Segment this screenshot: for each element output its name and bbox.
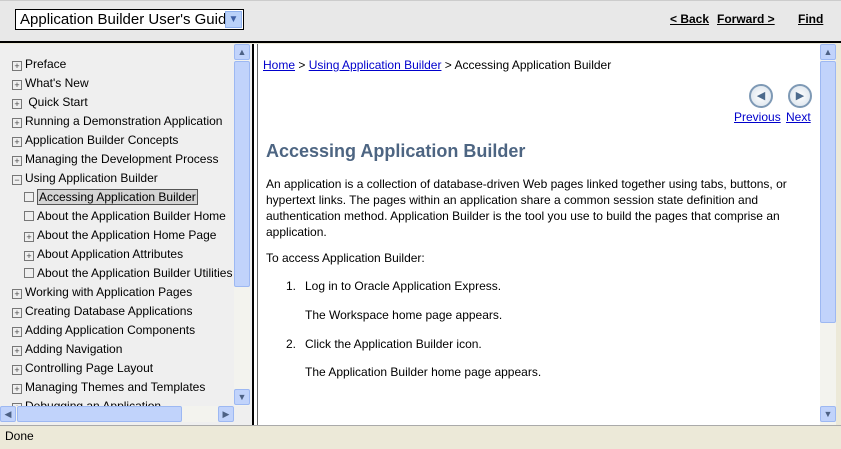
toc-item[interactable]: About the Application Builder Home	[24, 208, 226, 225]
expand-icon[interactable]: +	[12, 61, 22, 71]
toc-item-label: What's New	[25, 76, 89, 90]
page-title: Accessing Application Builder	[266, 141, 526, 161]
toc-item-label: Preface	[25, 57, 67, 71]
expand-icon[interactable]: +	[12, 156, 22, 166]
scroll-left-icon[interactable]: ◀	[0, 406, 16, 422]
toc-item-label: Managing Themes and Templates	[25, 380, 206, 394]
breadcrumb-home[interactable]: Home	[263, 58, 295, 72]
toc-item[interactable]: + Managing Themes and Templates	[12, 379, 205, 396]
step-text: Click the Application Builder icon.	[305, 337, 482, 351]
toc-item[interactable]: + Running a Demonstration Application	[12, 113, 222, 130]
previous-arrow-icon[interactable]: ◀	[749, 84, 773, 108]
toc-horizontal-scrollbar[interactable]: ◀ ▶	[0, 406, 234, 422]
find-link[interactable]: Find	[798, 12, 823, 26]
toc-item[interactable]: + About the Application Home Page	[24, 227, 216, 244]
expand-icon[interactable]: +	[24, 251, 34, 261]
scroll-up-icon[interactable]: ▲	[234, 44, 250, 60]
expand-icon[interactable]: +	[12, 99, 22, 109]
scroll-right-icon[interactable]: ▶	[218, 406, 234, 422]
toc-hscroll-thumb[interactable]	[17, 406, 182, 422]
toc-item-label: Running a Demonstration Application	[25, 114, 223, 128]
next-arrow-icon[interactable]: ▶	[788, 84, 812, 108]
toc-item-label: About the Application Builder Utilities	[37, 266, 233, 280]
toc-item[interactable]: + Controlling Page Layout	[12, 360, 153, 377]
breadcrumb-separator: >	[295, 58, 309, 72]
step-text: Log in to Oracle Application Express.	[305, 279, 502, 293]
expand-icon[interactable]: +	[12, 346, 22, 356]
next-link[interactable]: Next	[786, 110, 811, 124]
toc-item-label: About Application Attributes	[37, 247, 184, 261]
scroll-down-icon[interactable]: ▼	[820, 406, 836, 422]
collapse-icon[interactable]: −	[12, 175, 22, 185]
toc-item-label: About the Application Builder Home	[37, 209, 226, 223]
content-vertical-scrollbar[interactable]: ▲ ▼	[820, 44, 836, 425]
expand-icon[interactable]: +	[12, 80, 22, 90]
toc-item[interactable]: + Adding Navigation	[12, 341, 122, 358]
toc-item-label: Using Application Builder	[25, 171, 158, 185]
expand-icon[interactable]: +	[12, 365, 22, 375]
toc-scroll-thumb[interactable]	[234, 61, 250, 287]
toc-item[interactable]: + Adding Application Components	[12, 322, 195, 339]
page-icon[interactable]	[24, 268, 34, 278]
scroll-up-icon[interactable]: ▲	[820, 44, 836, 60]
step-result: The Workspace home page appears.	[305, 308, 503, 322]
toc-item[interactable]: + Creating Database Applications	[12, 303, 192, 320]
step-result: The Application Builder home page appear…	[305, 365, 542, 379]
toc-item-label: Adding Application Components	[25, 323, 196, 337]
scroll-down-icon[interactable]: ▼	[234, 389, 250, 405]
page-icon[interactable]	[24, 192, 34, 202]
toc-pane: + Preface + What's New + Quick Start + Running…	[0, 44, 255, 425]
breadcrumb-using[interactable]: Using Application Builder	[309, 58, 442, 72]
toc-item[interactable]: + Quick Start	[12, 94, 88, 111]
expand-icon[interactable]: +	[12, 327, 22, 337]
expand-icon[interactable]: +	[12, 384, 22, 394]
toc-item-label: Application Builder Concepts	[25, 133, 179, 147]
breadcrumb-current: Accessing Application Builder	[454, 58, 612, 72]
toc-item-label: Adding Navigation	[25, 342, 123, 356]
toc-item[interactable]: + Preface	[12, 56, 66, 73]
expand-icon[interactable]: +	[12, 118, 22, 128]
previous-link[interactable]: Previous	[734, 110, 781, 124]
toc-item-label: Managing the Development Process	[25, 152, 219, 166]
toolbar: Application Builder User's Guide ▼ < Back…	[0, 0, 841, 43]
toc-item[interactable]: Accessing Application Builder	[24, 189, 198, 206]
toc-item[interactable]: + What's New	[12, 75, 89, 92]
status-text: Done	[5, 429, 34, 443]
step-number: 2.	[286, 337, 297, 351]
guide-select[interactable]: Application Builder User's Guide ▼	[15, 9, 244, 30]
toc-item-label: Quick Start	[25, 95, 88, 109]
expand-icon[interactable]: +	[12, 289, 22, 299]
toc-item[interactable]: + Application Builder Concepts	[12, 132, 178, 149]
forward-link[interactable]: Forward >	[717, 12, 775, 26]
guide-select-value: Application Builder User's Guide	[20, 11, 235, 28]
breadcrumb: Home > Using Application Builder > Acces…	[263, 58, 611, 72]
content-scroll-thumb[interactable]	[820, 61, 836, 323]
toc-item[interactable]: About the Application Builder Utilities	[24, 265, 232, 282]
expand-icon[interactable]: +	[24, 232, 34, 242]
expand-icon[interactable]: +	[12, 308, 22, 318]
toc-item-label: Controlling Page Layout	[25, 361, 154, 375]
toc-item[interactable]: + Working with Application Pages	[12, 284, 192, 301]
step-number: 1.	[286, 279, 297, 293]
expand-icon[interactable]: +	[12, 137, 22, 147]
toc-item[interactable]: + About Application Attributes	[24, 246, 183, 263]
toc-item-label: Working with Application Pages	[25, 285, 193, 299]
toc-item-label: Accessing Application Builder	[37, 189, 198, 205]
toc-item-label: Creating Database Applications	[25, 304, 193, 318]
breadcrumb-separator: >	[441, 58, 455, 72]
content-pane: Home > Using Application Builder > Acces…	[258, 44, 820, 425]
toc-item[interactable]: − Using Application Builder	[12, 170, 158, 187]
chevron-down-icon[interactable]: ▼	[225, 11, 242, 28]
back-link[interactable]: < Back	[670, 12, 709, 26]
toc-item-label: About the Application Home Page	[37, 228, 217, 242]
lead-text: To access Application Builder:	[266, 251, 425, 265]
page-icon[interactable]	[24, 211, 34, 221]
intro-paragraph: An application is a collection of databa…	[266, 177, 787, 239]
status-bar: Done	[0, 425, 841, 449]
toc-item[interactable]: + Managing the Development Process	[12, 151, 218, 168]
